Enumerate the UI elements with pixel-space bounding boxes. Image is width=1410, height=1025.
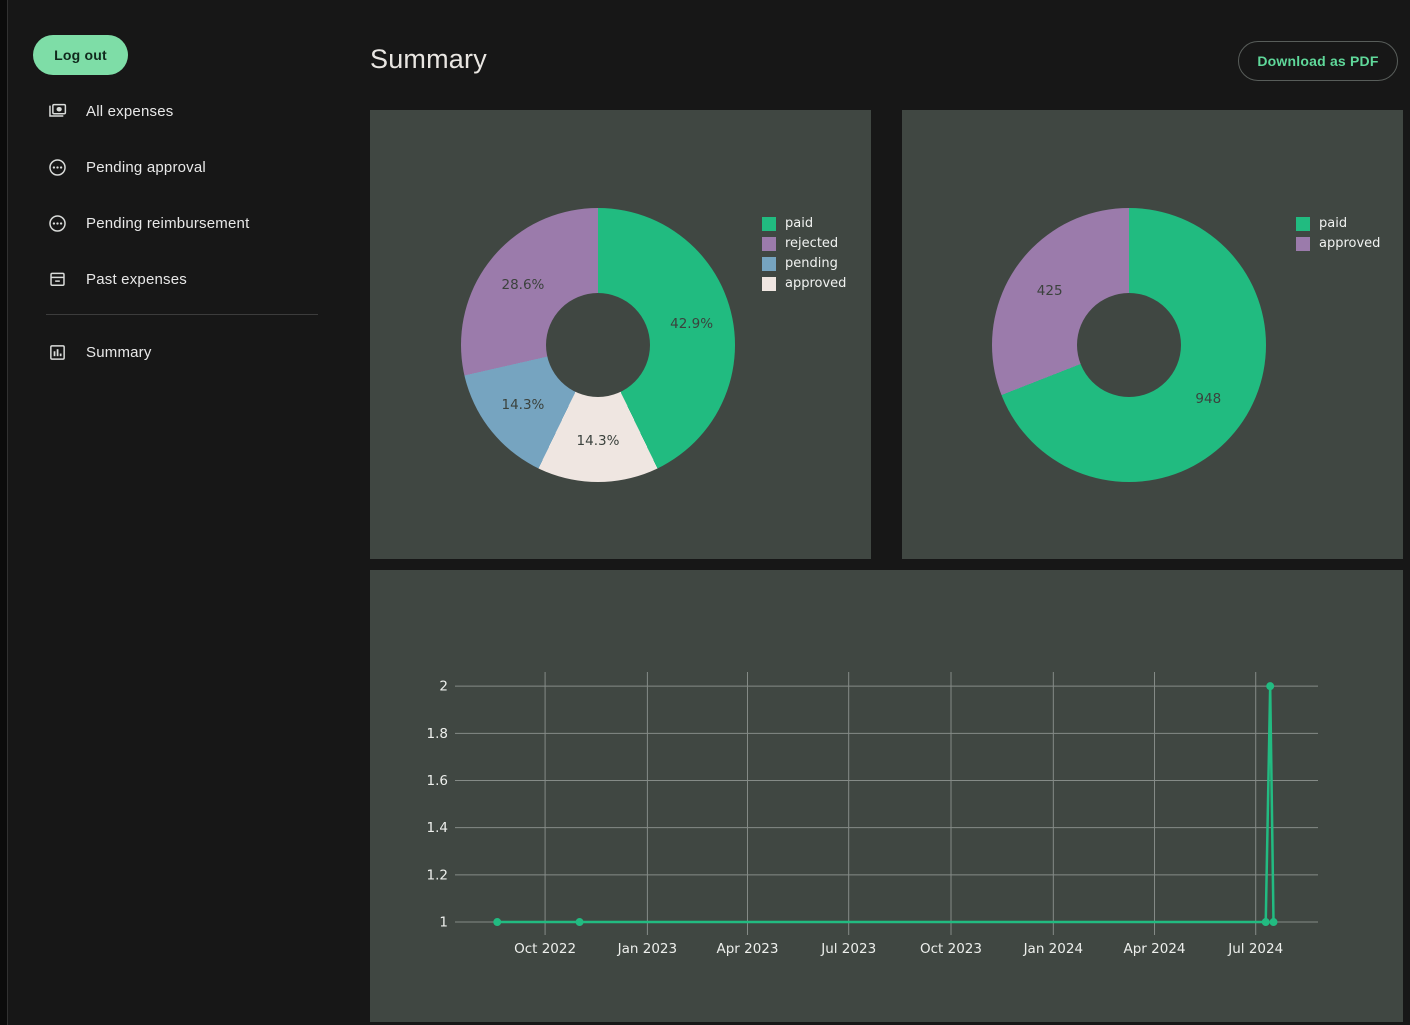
chart-legend: paid approved (1296, 216, 1380, 251)
y-tick-label: 1.2 (427, 867, 448, 883)
legend-item-pending[interactable]: pending (762, 256, 846, 271)
sidebar-item-pending-reimbursement[interactable]: Pending reimbursement (47, 211, 249, 235)
left-rail (0, 0, 8, 1025)
legend-label: approved (785, 276, 846, 291)
pending-icon (47, 213, 68, 234)
legend-item-rejected[interactable]: rejected (762, 236, 846, 251)
legend-item-approved[interactable]: approved (1296, 236, 1380, 251)
legend-item-paid[interactable]: paid (1296, 216, 1380, 231)
y-tick-label: 1.4 (427, 820, 448, 836)
sidebar-item-label: Pending approval (86, 159, 206, 176)
legend-label: rejected (785, 236, 838, 251)
expense-dashboard: Log out All expenses Pending a (0, 0, 1410, 1025)
x-tick-label: Oct 2022 (514, 941, 576, 957)
x-tick-label: Jul 2023 (820, 941, 876, 957)
bar-chart-icon (47, 342, 68, 363)
line-chart[interactable]: Oct 2022 Jan 2023 Apr 2023 Jul 2023 Oct 2023… (370, 570, 1403, 1022)
banknote-icon (47, 101, 68, 122)
sidebar-item-label: Pending reimbursement (86, 215, 249, 232)
legend-swatch (762, 237, 776, 251)
legend-swatch (762, 217, 776, 231)
x-tick-label: Jan 2024 (1023, 941, 1083, 957)
sidebar-item-all-expenses[interactable]: All expenses (47, 99, 173, 123)
sidebar-item-past-expenses[interactable]: Past expenses (47, 267, 187, 291)
legend-swatch (1296, 237, 1310, 251)
legend-swatch (762, 277, 776, 291)
sidebar-divider (46, 314, 318, 315)
sidebar-item-label: All expenses (86, 103, 173, 120)
slice-label: 14.3% (501, 397, 544, 413)
data-point-marker (576, 918, 584, 926)
data-point-marker (493, 918, 501, 926)
amount-donut-panel[interactable]: paid approved 948 425 (902, 110, 1403, 559)
x-tick-label: Oct 2023 (920, 941, 982, 957)
y-tick-label: 1 (439, 915, 448, 931)
download-pdf-button[interactable]: Download as PDF (1238, 41, 1398, 81)
legend-item-approved[interactable]: approved (762, 276, 846, 291)
slice-label: 14.3% (577, 433, 620, 449)
sidebar: Log out All expenses Pending a (9, 0, 359, 1025)
logout-button[interactable]: Log out (33, 35, 128, 75)
donut-hole (1077, 293, 1181, 397)
legend-swatch (762, 257, 776, 271)
pending-icon (47, 157, 68, 178)
x-tick-label: Jan 2023 (617, 941, 677, 957)
slice-label: 28.6% (501, 277, 544, 293)
status-share-donut-panel[interactable]: paid rejected pending approved 42.9% 14.3% 14… (370, 110, 871, 559)
donut-hole (546, 293, 650, 397)
data-point-marker (1262, 918, 1270, 926)
page-title: Summary (370, 44, 487, 75)
x-tick-label: Apr 2023 (716, 941, 778, 957)
legend-label: approved (1319, 236, 1380, 251)
sidebar-item-label: Past expenses (86, 271, 187, 288)
sidebar-item-pending-approval[interactable]: Pending approval (47, 155, 206, 179)
y-tick-label: 1.6 (427, 773, 448, 789)
slice-label: 425 (1037, 283, 1063, 299)
line-series (497, 686, 1273, 922)
legend-label: paid (785, 216, 813, 231)
y-tick-label: 2 (439, 679, 448, 695)
x-tick-label: Apr 2024 (1124, 941, 1186, 957)
legend-swatch (1296, 217, 1310, 231)
x-tick-label: Jul 2024 (1227, 941, 1283, 957)
expenses-over-time-panel[interactable]: Oct 2022 Jan 2023 Apr 2023 Jul 2023 Oct 2023… (370, 570, 1403, 1022)
chart-legend: paid rejected pending approved (762, 216, 846, 291)
slice-label: 948 (1195, 391, 1221, 407)
legend-label: paid (1319, 216, 1347, 231)
legend-label: pending (785, 256, 838, 271)
slice-label: 42.9% (670, 316, 713, 332)
legend-item-paid[interactable]: paid (762, 216, 846, 231)
sidebar-item-label: Summary (86, 344, 152, 361)
y-tick-label: 1.8 (427, 726, 448, 742)
data-point-marker (1266, 682, 1274, 690)
sidebar-item-summary[interactable]: Summary (47, 340, 152, 364)
archive-icon (47, 269, 68, 290)
data-point-marker (1270, 918, 1278, 926)
